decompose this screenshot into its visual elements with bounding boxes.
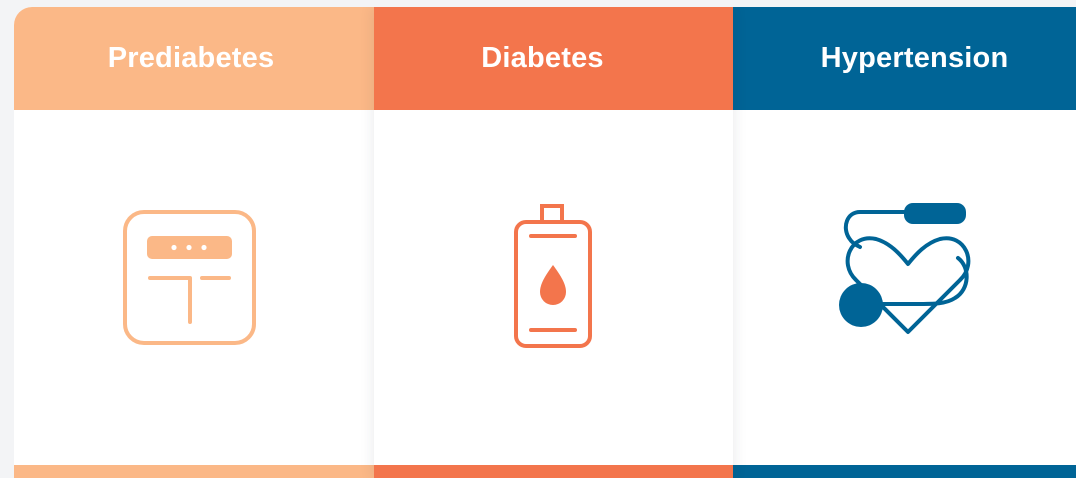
condition-cards: Prediabetes Diabetes Hypertension: [14, 7, 1076, 478]
card-prediabetes[interactable]: Prediabetes: [14, 7, 374, 478]
card-body-prediabetes: [14, 110, 374, 465]
card-diabetes[interactable]: Diabetes: [374, 7, 733, 478]
heart-monitor-icon: [834, 200, 984, 350]
card-footer-prediabetes: [14, 465, 374, 478]
card-header-prediabetes: Prediabetes: [14, 7, 374, 110]
card-body-hypertension: [733, 110, 1076, 465]
card-header-hypertension: Hypertension: [733, 7, 1076, 110]
glucose-meter-icon: [114, 200, 264, 350]
card-hypertension[interactable]: Hypertension: [733, 7, 1076, 478]
card-body-diabetes: [374, 110, 733, 465]
card-footer-diabetes: [374, 465, 733, 478]
card-footer-hypertension: [733, 465, 1076, 478]
card-label: Diabetes: [481, 42, 604, 74]
card-label: Prediabetes: [107, 42, 275, 74]
card-label: Hypertension: [820, 42, 1009, 74]
card-header-diabetes: Diabetes: [374, 7, 733, 110]
insulin-bottle-icon: [477, 200, 627, 350]
